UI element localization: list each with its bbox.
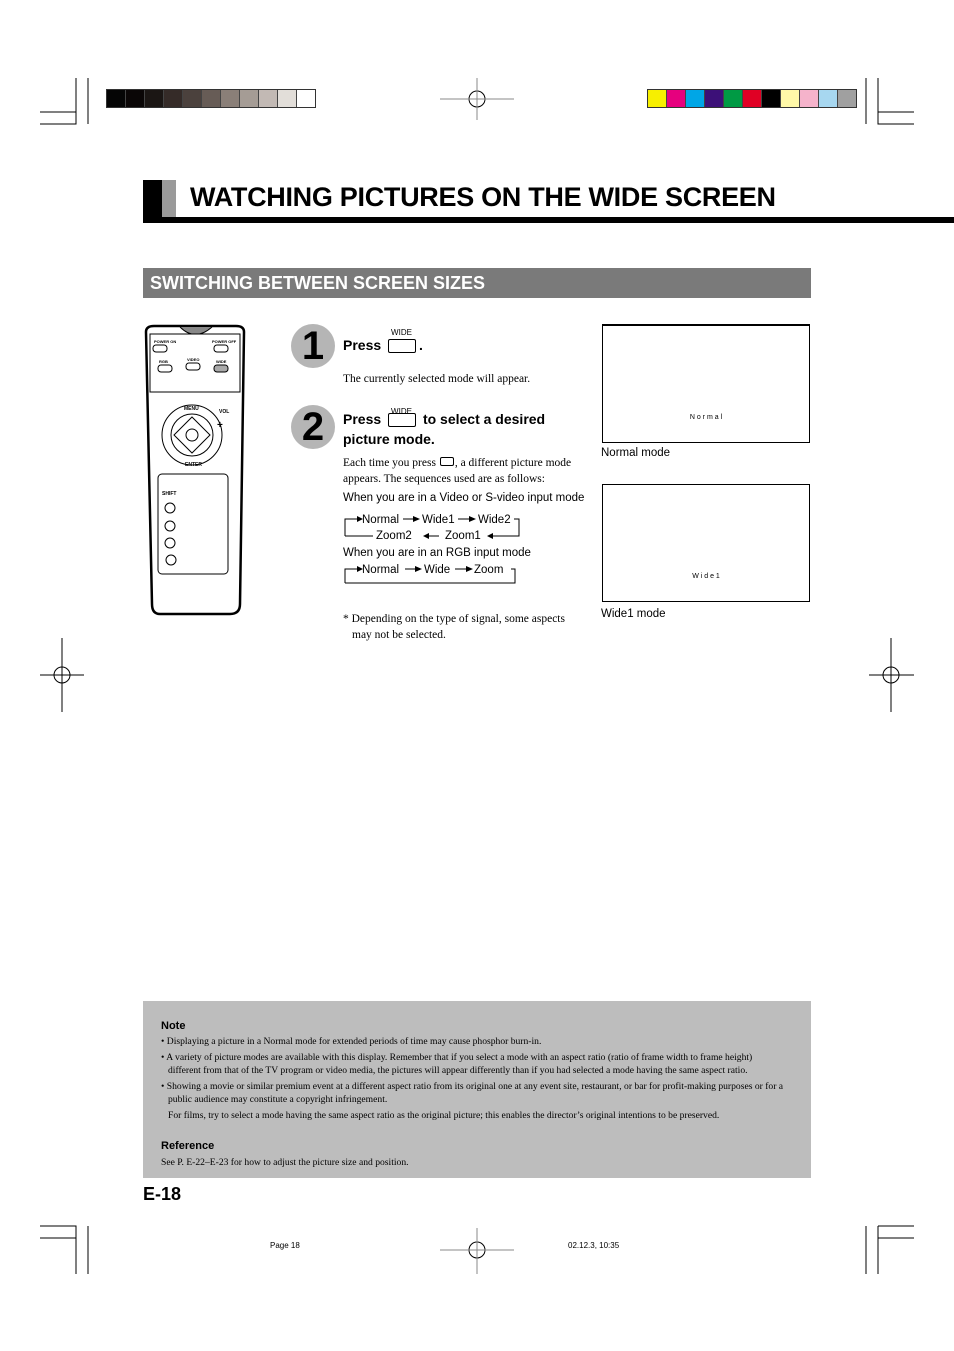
- normal-mode-screen: N o r m a l: [602, 324, 810, 443]
- remote-enter-label: ENTER: [185, 462, 202, 468]
- color-swatch: [762, 90, 781, 107]
- color-swatch: [183, 90, 202, 107]
- step-2-heading: Press WIDE to select a desired picture m…: [343, 407, 546, 449]
- svg-text:+: +: [217, 420, 223, 431]
- section-title: SWITCHING BETWEEN SCREEN SIZES: [143, 268, 811, 298]
- footnote: * Depending on the type of signal, some …: [343, 611, 565, 643]
- footnote-line2: may not be selected.: [352, 629, 446, 641]
- note-bullet: Showing a movie or similar premium event…: [166, 1080, 784, 1106]
- page-title: WATCHING PICTURES ON THE WIDE SCREEN: [190, 182, 776, 212]
- remote-video-label: VIDEO: [187, 357, 199, 362]
- step-1-badge: 1: [291, 324, 335, 368]
- title-rule: [143, 217, 954, 223]
- note-body: • Displaying a picture in a Normal mode …: [161, 1035, 786, 1122]
- step-2-heading-text: Press: [343, 411, 382, 427]
- step-1-heading-end: .: [419, 337, 423, 353]
- remote-power-on-label: POWER ON: [154, 339, 176, 344]
- remote-power-off-label: POWER OFF: [212, 339, 237, 344]
- screen-onscreen-label: N o r m a l: [689, 414, 723, 421]
- seq-video-zoom2: Zoom2: [376, 530, 412, 542]
- note-title: Note: [161, 1020, 186, 1032]
- color-swatch: [724, 90, 743, 107]
- step-2-badge: 2: [291, 405, 335, 449]
- step-1-heading-text: Press: [343, 337, 382, 353]
- step-2-text: Each time you press , a different pictur…: [343, 455, 571, 487]
- process-color-bar: [647, 89, 857, 108]
- seq-video-wide1: Wide1: [422, 514, 455, 526]
- color-swatch: [164, 90, 183, 107]
- step-2-text-line2: appears. The sequences used are as follo…: [343, 473, 545, 485]
- step-2-heading-line2: picture mode.: [343, 431, 435, 447]
- remote-control-illustration: POWER ON POWER OFF RGB VIDEO WIDE MENU V…: [144, 324, 246, 616]
- note-bullet: A variety of picture modes are available…: [166, 1051, 753, 1077]
- color-swatch: [278, 90, 297, 107]
- color-swatch: [202, 90, 221, 107]
- normal-mode-caption: Normal mode: [601, 447, 671, 459]
- color-swatch: [648, 90, 667, 107]
- seq-video-wide2: Wide2: [478, 514, 511, 526]
- wide1-mode-caption: Wide1 mode: [601, 608, 666, 620]
- wide-button-icon: WIDE: [388, 328, 417, 353]
- remote-rgb-label: RGB: [159, 359, 168, 364]
- gray-color-bar: [106, 89, 316, 108]
- remote-shift-label: SHIFT: [162, 491, 176, 497]
- step-2-text-end: , a different picture mode: [454, 457, 572, 469]
- wide-button-icon: WIDE: [388, 407, 417, 427]
- seq-video-normal: Normal: [362, 514, 399, 526]
- color-swatch: [819, 90, 838, 107]
- rgb-sequence-label: When you are in an RGB input mode: [343, 547, 531, 559]
- manual-page: WATCHING PICTURES ON THE WIDE SCREEN SWI…: [0, 0, 954, 1351]
- step-2-heading-rest: to select a desired: [422, 411, 546, 427]
- color-swatch: [126, 90, 145, 107]
- note-bullet: Displaying a picture in a Normal mode fo…: [166, 1036, 542, 1047]
- color-swatch: [743, 90, 762, 107]
- color-swatch: [297, 90, 315, 107]
- note-extra: For films, try to select a mode having t…: [168, 1109, 720, 1121]
- screen-onscreen-label: W i d e 1: [692, 573, 720, 580]
- remote-vol-label: VOL: [219, 409, 229, 415]
- seq-rgb-zoom: Zoom: [474, 564, 503, 576]
- video-sequence-label: When you are in a Video or S-video input…: [343, 492, 585, 504]
- seq-rgb-normal: Normal: [362, 564, 399, 576]
- color-swatch: [259, 90, 278, 107]
- wide1-mode-screen: W i d e 1: [602, 484, 810, 602]
- seq-rgb-wide: Wide: [424, 564, 450, 576]
- seq-video-zoom1: Zoom1: [445, 530, 481, 542]
- footnote-line1: * Depending on the type of signal, some …: [343, 613, 565, 625]
- page-number: E-18: [143, 1184, 182, 1204]
- color-swatch: [838, 90, 856, 107]
- color-swatch: [667, 90, 686, 107]
- reference-title: Reference: [161, 1140, 215, 1152]
- color-swatch: [107, 90, 126, 107]
- remote-menu-label: MENU: [184, 406, 199, 412]
- color-swatch: [145, 90, 164, 107]
- color-swatch: [240, 90, 259, 107]
- step-1-text: The currently selected mode will appear.: [343, 373, 531, 385]
- color-swatch: [800, 90, 819, 107]
- color-swatch: [781, 90, 800, 107]
- color-swatch: [705, 90, 724, 107]
- footer-page: Page 18: [270, 1241, 300, 1250]
- wide-button-icon-small: [439, 457, 454, 466]
- color-swatch: [221, 90, 240, 107]
- footer-timestamp: 02.12.3, 10:35: [568, 1241, 620, 1250]
- color-swatch: [686, 90, 705, 107]
- step-1-heading: Press WIDE.: [343, 328, 423, 353]
- remote-wide-label: WIDE: [216, 359, 227, 364]
- note-box: Note • Displaying a picture in a Normal …: [143, 1001, 811, 1178]
- title-block-accent: [162, 180, 176, 217]
- reference-text: See P. E-22–E-23 for how to adjust the p…: [161, 1157, 409, 1168]
- step-2-text-start: Each time you press: [343, 457, 436, 469]
